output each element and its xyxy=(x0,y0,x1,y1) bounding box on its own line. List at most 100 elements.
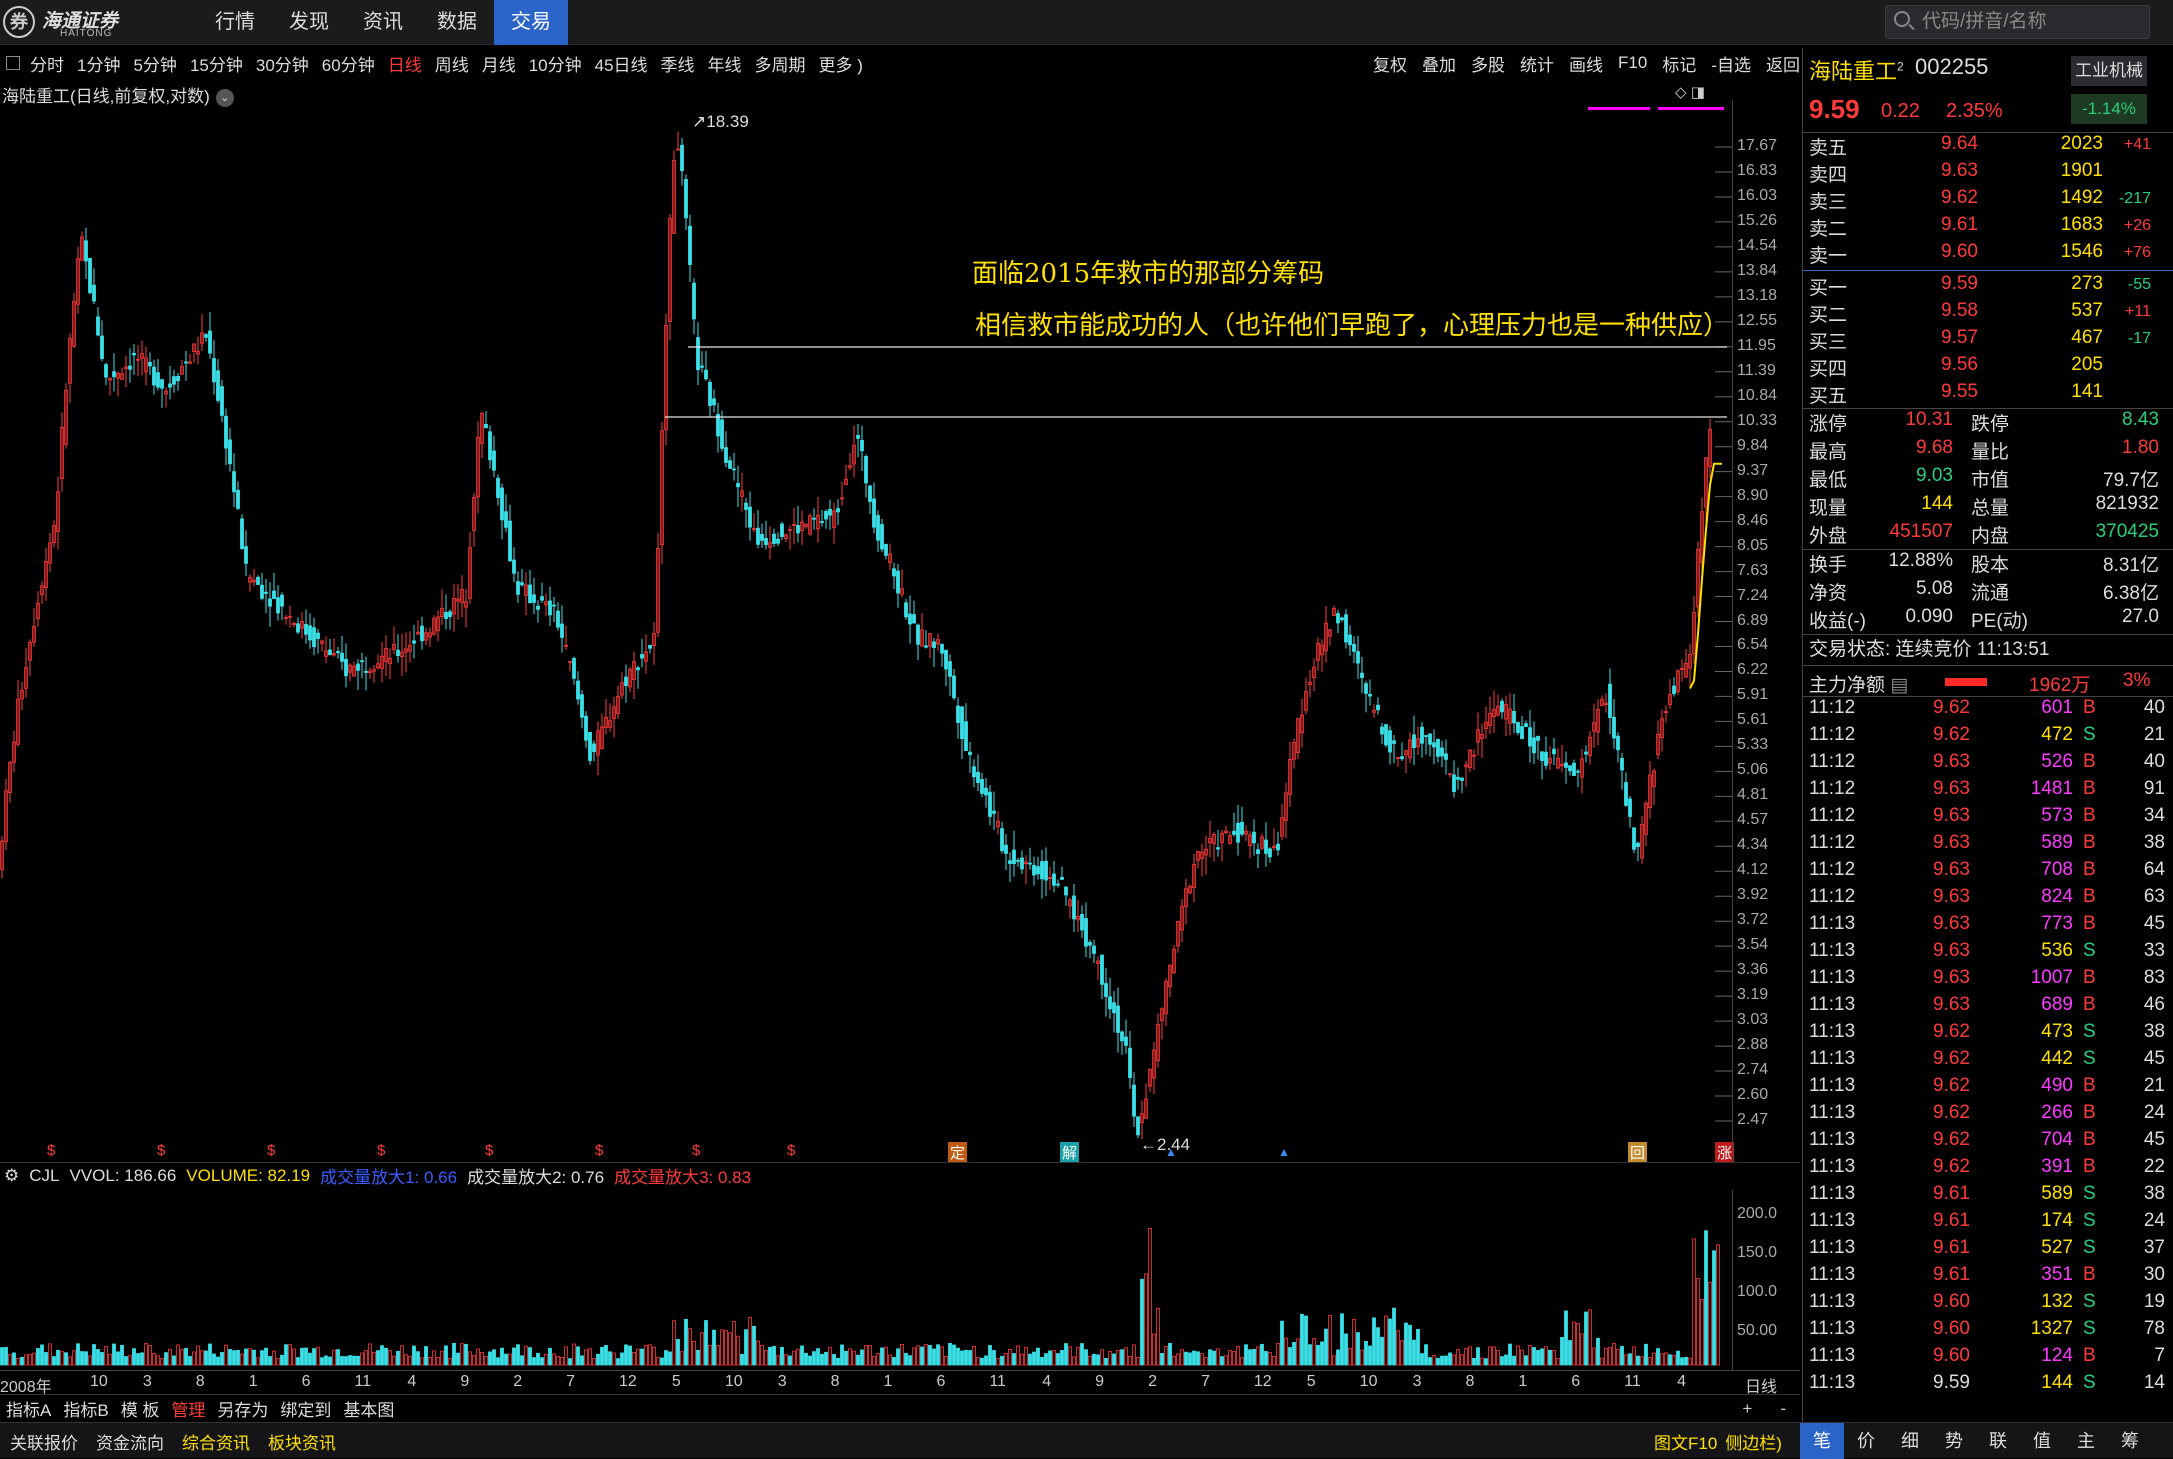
tool-button[interactable]: 统计 xyxy=(1520,51,1554,76)
bottom-link[interactable]: 板块资讯 xyxy=(268,1429,336,1454)
order-row[interactable]: 卖五 9.64 2023 +41 xyxy=(1803,133,2173,160)
indicator-button[interactable]: 绑定到 xyxy=(280,1396,331,1421)
volume-bar xyxy=(748,1317,752,1366)
x-tick-label: 10 xyxy=(1359,1373,1378,1390)
industry-badge[interactable]: 工业机械 xyxy=(2071,56,2147,86)
candle-body xyxy=(1356,651,1360,664)
order-row[interactable]: 卖四 9.63 1901 xyxy=(1803,160,2173,187)
event-marker[interactable]: 定 xyxy=(948,1142,968,1163)
order-row[interactable]: 卖三 9.62 1492 -217 xyxy=(1803,187,2173,214)
order-row[interactable]: 卖一 9.60 1546 +76 xyxy=(1803,241,2173,268)
indicator-button[interactable]: 另存为 xyxy=(217,1396,268,1421)
search-input[interactable] xyxy=(1922,9,2142,35)
tick-cell: 391 xyxy=(2041,1156,2073,1177)
tool-button[interactable]: 画线 xyxy=(1569,51,1603,76)
event-marker[interactable]: $ xyxy=(45,1142,57,1159)
volume-bar xyxy=(796,1348,800,1366)
order-row[interactable]: 买四 9.56 205 xyxy=(1803,354,2173,381)
candle-body xyxy=(728,460,732,469)
period-tab[interactable]: 5分钟 xyxy=(133,51,176,76)
event-triangle-icon[interactable]: ▲ xyxy=(1278,1145,1290,1159)
panel-tab[interactable]: 联 xyxy=(1976,1423,2020,1459)
candlestick-chart[interactable]: ↗18.39←2.44 xyxy=(0,100,1732,1162)
order-row[interactable]: 买一 9.59 273 -55 xyxy=(1803,273,2173,300)
order-row[interactable]: 买三 9.57 467 -17 xyxy=(1803,327,2173,354)
nav-item-1[interactable]: 发现 xyxy=(272,0,346,45)
minus-icon[interactable]: - xyxy=(1780,1399,1786,1419)
indicator-button[interactable]: 管理 xyxy=(171,1396,205,1421)
period-tab[interactable]: 日线 xyxy=(388,51,422,76)
period-tab[interactable]: 年线 xyxy=(708,51,742,76)
indicator-button[interactable]: 指标A xyxy=(6,1396,51,1421)
bottom-right-link[interactable]: 侧边栏) xyxy=(1725,1429,1782,1454)
settings-icon[interactable]: ⚙ xyxy=(4,1166,19,1186)
volume-bar xyxy=(116,1351,120,1366)
event-marker[interactable]: $ xyxy=(265,1142,277,1159)
order-row[interactable]: 买二 9.58 537 +11 xyxy=(1803,300,2173,327)
period-tab[interactable]: 15分钟 xyxy=(190,51,243,76)
period-tab[interactable]: 45日线 xyxy=(595,51,648,76)
indicator-button[interactable]: 模 板 xyxy=(121,1396,160,1421)
tick-list[interactable]: 11:12 9.62 601 B 40 11:12 9.62 472 S 21 11:12 9.63 5… xyxy=(1803,696,2173,1399)
panel-tab[interactable]: 筹 xyxy=(2108,1423,2152,1459)
panel-tab[interactable]: 主 xyxy=(2064,1423,2108,1459)
indicator-button[interactable]: 基本图 xyxy=(343,1396,394,1421)
tool-button[interactable]: 标记 xyxy=(1662,51,1696,76)
event-marker[interactable]: $ xyxy=(375,1142,387,1159)
event-triangle-icon[interactable]: ▲ xyxy=(1165,1145,1177,1159)
volume-bar xyxy=(960,1350,964,1366)
period-tab[interactable]: 季线 xyxy=(661,51,695,76)
haitong-logo[interactable]: 券 海通证券 HAITONG xyxy=(0,2,190,42)
period-tab[interactable]: 分时 xyxy=(30,51,64,76)
volume-bar xyxy=(964,1349,968,1366)
bottom-link[interactable]: 综合资讯 xyxy=(182,1429,250,1454)
panel-tab[interactable]: 价 xyxy=(1844,1423,1888,1459)
tool-button[interactable]: -自选 xyxy=(1711,51,1751,76)
tool-button[interactable]: F10 xyxy=(1618,53,1647,73)
order-row[interactable]: 买五 9.55 141 xyxy=(1803,381,2173,408)
panel-icon[interactable]: ◨ xyxy=(1691,84,1705,101)
order-row[interactable]: 卖二 9.61 1683 +26 xyxy=(1803,214,2173,241)
period-tab[interactable]: 更多 ) xyxy=(819,51,863,76)
sidebar-toggle-icon[interactable] xyxy=(6,56,20,70)
tool-button[interactable]: 返回 xyxy=(1766,51,1800,76)
panel-tab[interactable]: 笔 xyxy=(1800,1423,1844,1459)
tick-row: 11:12 9.63 589 B 38 xyxy=(1803,832,2173,859)
nav-item-2[interactable]: 资讯 xyxy=(346,0,420,45)
candle-body xyxy=(944,649,948,670)
panel-tab[interactable]: 势 xyxy=(1932,1423,1976,1459)
event-marker[interactable]: $ xyxy=(483,1142,495,1159)
indicator-button[interactable]: 指标B xyxy=(63,1396,108,1421)
nav-item-3[interactable]: 数据 xyxy=(420,0,494,45)
period-tab[interactable]: 周线 xyxy=(435,51,469,76)
plus-icon[interactable]: + xyxy=(1742,1399,1752,1419)
nav-item-0[interactable]: 行情 xyxy=(198,0,272,45)
nav-item-4[interactable]: 交易 xyxy=(494,0,568,45)
period-tab[interactable]: 10分钟 xyxy=(529,51,582,76)
bottom-link[interactable]: 关联报价 xyxy=(10,1429,78,1454)
event-marker[interactable]: 解 xyxy=(1060,1142,1080,1163)
event-marker[interactable]: 回 xyxy=(1628,1142,1648,1163)
period-tab[interactable]: 月线 xyxy=(482,51,516,76)
event-marker[interactable]: $ xyxy=(593,1142,605,1159)
panel-tab[interactable]: 细 xyxy=(1888,1423,1932,1459)
bottom-link[interactable]: 资金流向 xyxy=(96,1429,164,1454)
period-tab[interactable]: 1分钟 xyxy=(77,51,120,76)
period-tab[interactable]: 30分钟 xyxy=(256,51,309,76)
event-marker[interactable]: $ xyxy=(785,1142,797,1159)
search-box[interactable] xyxy=(1885,5,2150,39)
event-marker[interactable]: $ xyxy=(690,1142,702,1159)
period-tab[interactable]: 60分钟 xyxy=(322,51,375,76)
tool-button[interactable]: 多股 xyxy=(1471,51,1505,76)
volume-chart[interactable] xyxy=(0,1190,1732,1370)
list-icon[interactable]: ▤ xyxy=(1890,675,1908,696)
diamond-icon[interactable]: ◇ xyxy=(1675,84,1687,101)
period-tab[interactable]: 多周期 xyxy=(755,51,806,76)
panel-tab[interactable]: 值 xyxy=(2020,1423,2064,1459)
bottom-right-link[interactable]: 图文F10 xyxy=(1654,1429,1717,1454)
tool-button[interactable]: 复权 xyxy=(1373,51,1407,76)
stock-name[interactable]: 海陆重工2 xyxy=(1809,54,1904,86)
tool-button[interactable]: 叠加 xyxy=(1422,51,1456,76)
volume-bar xyxy=(596,1353,600,1366)
event-marker[interactable]: $ xyxy=(155,1142,167,1159)
